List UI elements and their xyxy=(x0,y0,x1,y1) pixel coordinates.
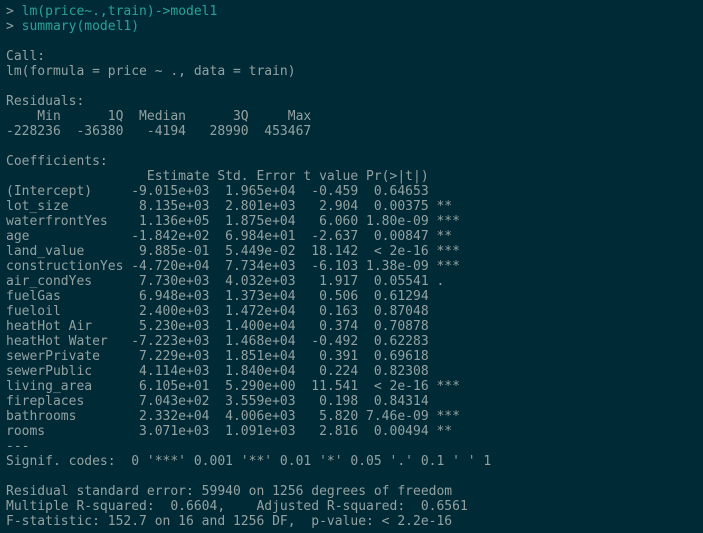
coef-row-age: age -1.842e+02 6.984e+01 -2.637 0.00847 … xyxy=(6,229,460,244)
coef-row-fireplaces: fireplaces 7.043e+02 3.559e+03 0.198 0.8… xyxy=(6,394,460,409)
coef-row-fuel-gas: fuelGas 6.948e+03 1.373e+04 0.506 0.6129… xyxy=(6,289,460,304)
coef-row-sewer-public: sewerPublic 4.114e+03 1.840e+04 0.224 0.… xyxy=(6,364,460,379)
r-console[interactable]: > lm(price~.,train)->model1 > summary(mo… xyxy=(0,0,703,533)
prompt-line-1: > lm(price~.,train)->model1 xyxy=(6,4,217,19)
r-squared: Multiple R-squared: 0.6604, Adjusted R-s… xyxy=(6,499,476,514)
coefficients-header: Coefficients: xyxy=(6,154,108,169)
residual-std-error: Residual standard error: 59940 on 1256 d… xyxy=(6,484,452,499)
coef-row-land-value: land_value 9.885e-01 5.449e-02 18.142 < … xyxy=(6,244,460,259)
command-lm: lm(price~.,train)->model1 xyxy=(22,4,218,19)
coef-row-intercept: (Intercept) -9.015e+03 1.965e+04 -0.459 … xyxy=(6,184,460,199)
call-header: Call: xyxy=(6,49,45,64)
residuals-header: Residuals: xyxy=(6,94,84,109)
prompt-symbol: > xyxy=(6,19,22,34)
coef-row-sewer-private: sewerPrivate 7.229e+03 1.851e+04 0.391 0… xyxy=(6,349,460,364)
coef-row-construction: constructionYes -4.720e+04 7.734e+03 -6.… xyxy=(6,259,460,274)
residuals-names: Min 1Q Median 3Q Max xyxy=(6,109,319,124)
residuals-values: -228236 -36380 -4194 28990 453467 xyxy=(6,124,319,139)
f-statistic: F-statistic: 152.7 on 16 and 1256 DF, p-… xyxy=(6,514,452,529)
coef-row-air-cond: air_condYes 7.730e+03 4.032e+03 1.917 0.… xyxy=(6,274,460,289)
coef-row-bathrooms: bathrooms 2.332e+04 4.006e+03 5.820 7.46… xyxy=(6,409,460,424)
coef-row-heat-hot-air: heatHot Air 5.230e+03 1.400e+04 0.374 0.… xyxy=(6,319,460,334)
coefficients-colnames: Estimate Std. Error t value Pr(>|t|) xyxy=(6,169,460,184)
coef-row-heat-hot-water: heatHot Water -7.223e+03 1.468e+04 -0.49… xyxy=(6,334,460,349)
prompt-symbol: > xyxy=(6,4,22,19)
separator: --- xyxy=(6,439,29,454)
signif-codes: Signif. codes: 0 '***' 0.001 '**' 0.01 '… xyxy=(6,454,491,469)
coef-row-living-area: living_area 6.105e+01 5.290e+00 11.541 <… xyxy=(6,379,460,394)
prompt-line-2: > summary(model1) xyxy=(6,19,139,34)
command-summary: summary(model1) xyxy=(22,19,139,34)
coef-row-fuel-oil: fueloil 2.400e+03 1.472e+04 0.163 0.8704… xyxy=(6,304,460,319)
coef-row-rooms: rooms 3.071e+03 1.091e+03 2.816 0.00494 … xyxy=(6,424,460,439)
coef-row-waterfront: waterfrontYes 1.136e+05 1.875e+04 6.060 … xyxy=(6,214,460,229)
call-formula: lm(formula = price ~ ., data = train) xyxy=(6,64,296,79)
coef-row-lot-size: lot_size 8.135e+03 2.801e+03 2.904 0.003… xyxy=(6,199,460,214)
